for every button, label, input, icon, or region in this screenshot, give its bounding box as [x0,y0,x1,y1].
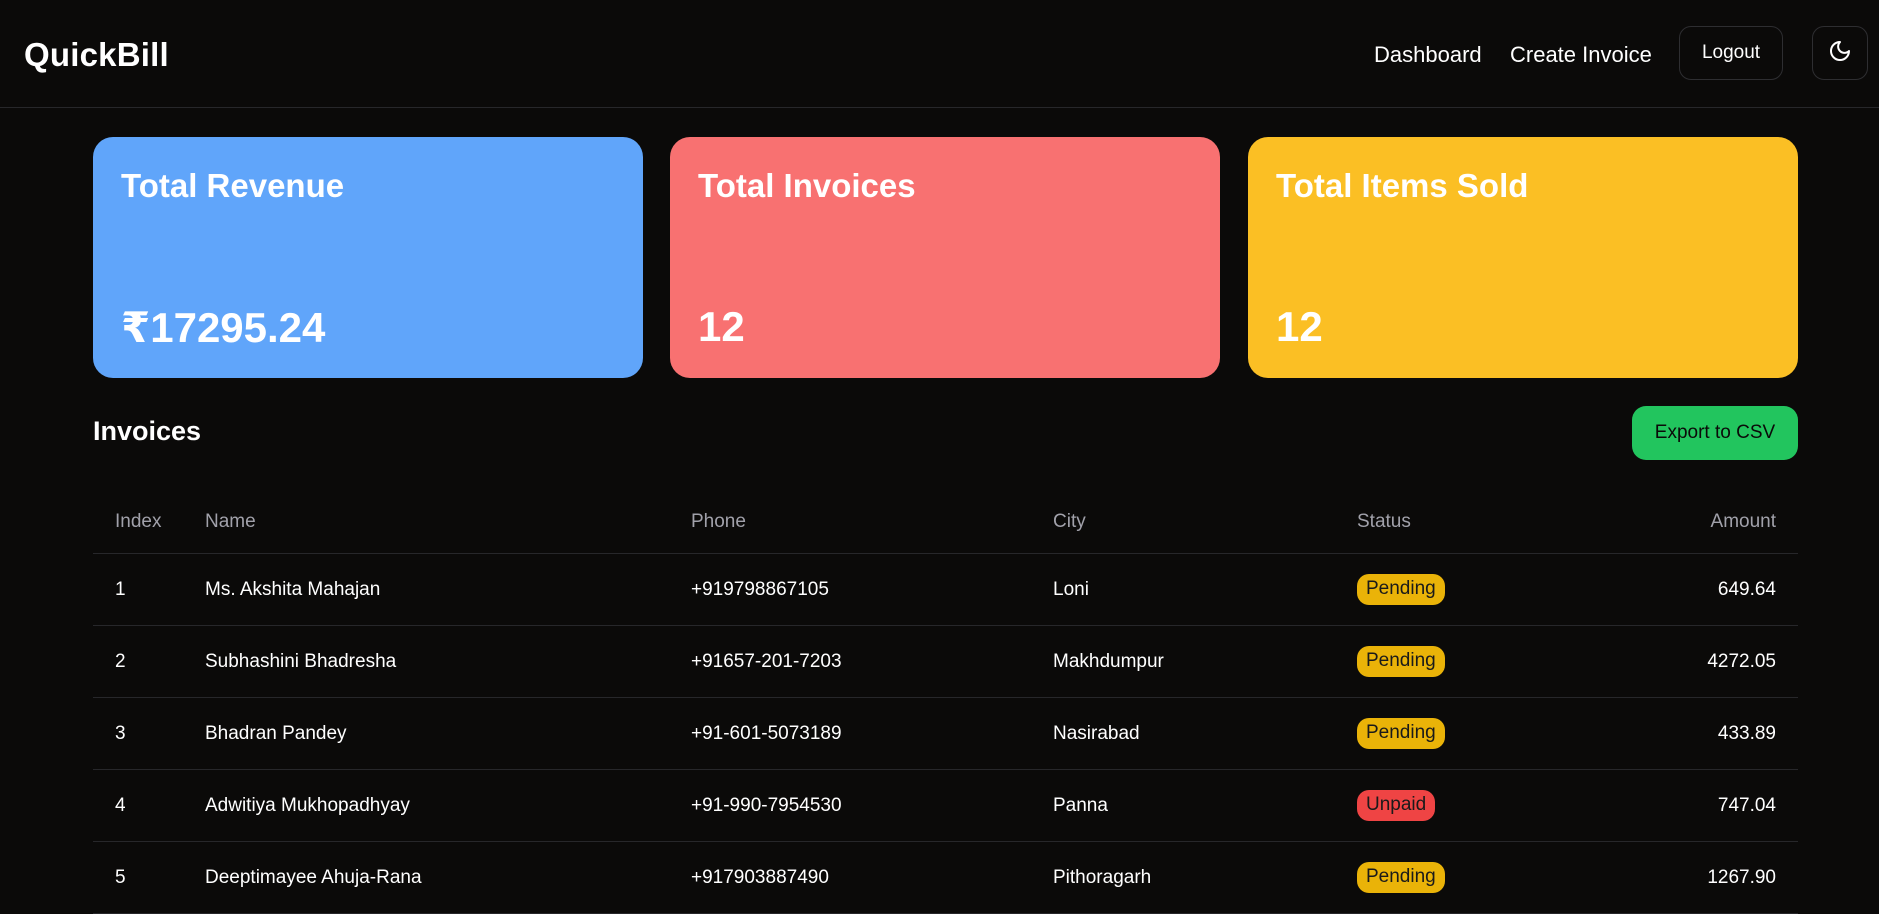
row-status: Pending [1357,554,1445,625]
row-amount: 4272.05 [1707,650,1776,672]
table-row[interactable]: 1 Ms. Akshita Mahajan +919798867105 Loni… [93,554,1798,626]
row-status: Pending [1357,698,1445,769]
status-badge: Pending [1357,718,1445,749]
invoices-heading: Invoices [93,416,202,446]
column-header-phone[interactable]: Phone [691,490,746,553]
card-value: 12 [698,303,745,350]
row-index: 5 [115,866,126,888]
card-title: Total Items Sold [1276,167,1529,204]
column-header-name[interactable]: Name [205,490,256,553]
row-phone: +91657-201-7203 [691,650,842,672]
table-row[interactable]: 4 Adwitiya Mukhopadhyay +91-990-7954530 … [93,770,1798,842]
row-index: 3 [115,722,126,744]
status-badge: Unpaid [1357,790,1436,821]
status-badge: Pending [1357,574,1445,605]
row-amount: 433.89 [1717,722,1776,744]
brand-logo[interactable]: QuickBill [24,36,169,74]
column-header-index[interactable]: Index [115,490,161,553]
export-csv-button[interactable]: Export to CSV [1632,406,1798,460]
row-index: 2 [115,650,126,672]
row-name: Deeptimayee Ahuja-Rana [205,866,422,888]
logout-button[interactable]: Logout [1679,26,1783,80]
card-title: Total Invoices [698,167,916,204]
moon-icon [1828,39,1852,68]
column-header-city[interactable]: City [1053,490,1086,553]
status-badge: Pending [1357,862,1445,893]
row-amount: 649.64 [1717,578,1776,600]
row-name: Bhadran Pandey [205,722,347,744]
row-status: Unpaid [1357,770,1436,841]
row-index: 1 [115,578,126,600]
navbar: QuickBill Dashboard Create Invoice Logou… [0,0,1879,108]
row-phone: +917903887490 [691,866,829,888]
nav-link-dashboard[interactable]: Dashboard [1374,42,1482,68]
row-name: Adwitiya Mukhopadhyay [205,794,410,816]
table-row[interactable]: 5 Deeptimayee Ahuja-Rana +917903887490 P… [93,842,1798,914]
row-city: Nasirabad [1053,722,1140,744]
column-header-status[interactable]: Status [1357,490,1411,553]
table-header-row: Index Name Phone City Status Amount [93,490,1798,554]
row-status: Pending [1357,842,1445,913]
table-row[interactable]: 2 Subhashini Bhadresha +91657-201-7203 M… [93,626,1798,698]
card-value: ₹17295.24 [121,304,326,351]
row-amount: 1267.90 [1707,866,1776,888]
total-revenue-card: Total Revenue ₹17295.24 [93,137,643,378]
nav-link-create-invoice[interactable]: Create Invoice [1510,42,1652,68]
card-title: Total Revenue [121,167,345,204]
row-city: Panna [1053,794,1108,816]
theme-toggle-button[interactable] [1812,26,1868,80]
row-name: Subhashini Bhadresha [205,650,397,672]
row-phone: +91-601-5073189 [691,722,842,744]
table-row[interactable]: 3 Bhadran Pandey +91-601-5073189 Nasirab… [93,698,1798,770]
row-amount: 747.04 [1717,794,1776,816]
row-phone: +919798867105 [691,578,829,600]
total-items-sold-card: Total Items Sold 12 [1248,137,1798,378]
row-phone: +91-990-7954530 [691,794,842,816]
invoices-table: Index Name Phone City Status Amount 1 Ms… [93,490,1798,914]
total-invoices-card: Total Invoices 12 [670,137,1220,378]
card-value: 12 [1276,303,1323,350]
column-header-amount[interactable]: Amount [1711,490,1776,553]
row-name: Ms. Akshita Mahajan [205,578,381,600]
row-city: Makhdumpur [1053,650,1164,672]
status-badge: Pending [1357,646,1445,677]
row-city: Loni [1053,578,1089,600]
row-status: Pending [1357,626,1445,697]
row-city: Pithoragarh [1053,866,1152,888]
row-index: 4 [115,794,126,816]
